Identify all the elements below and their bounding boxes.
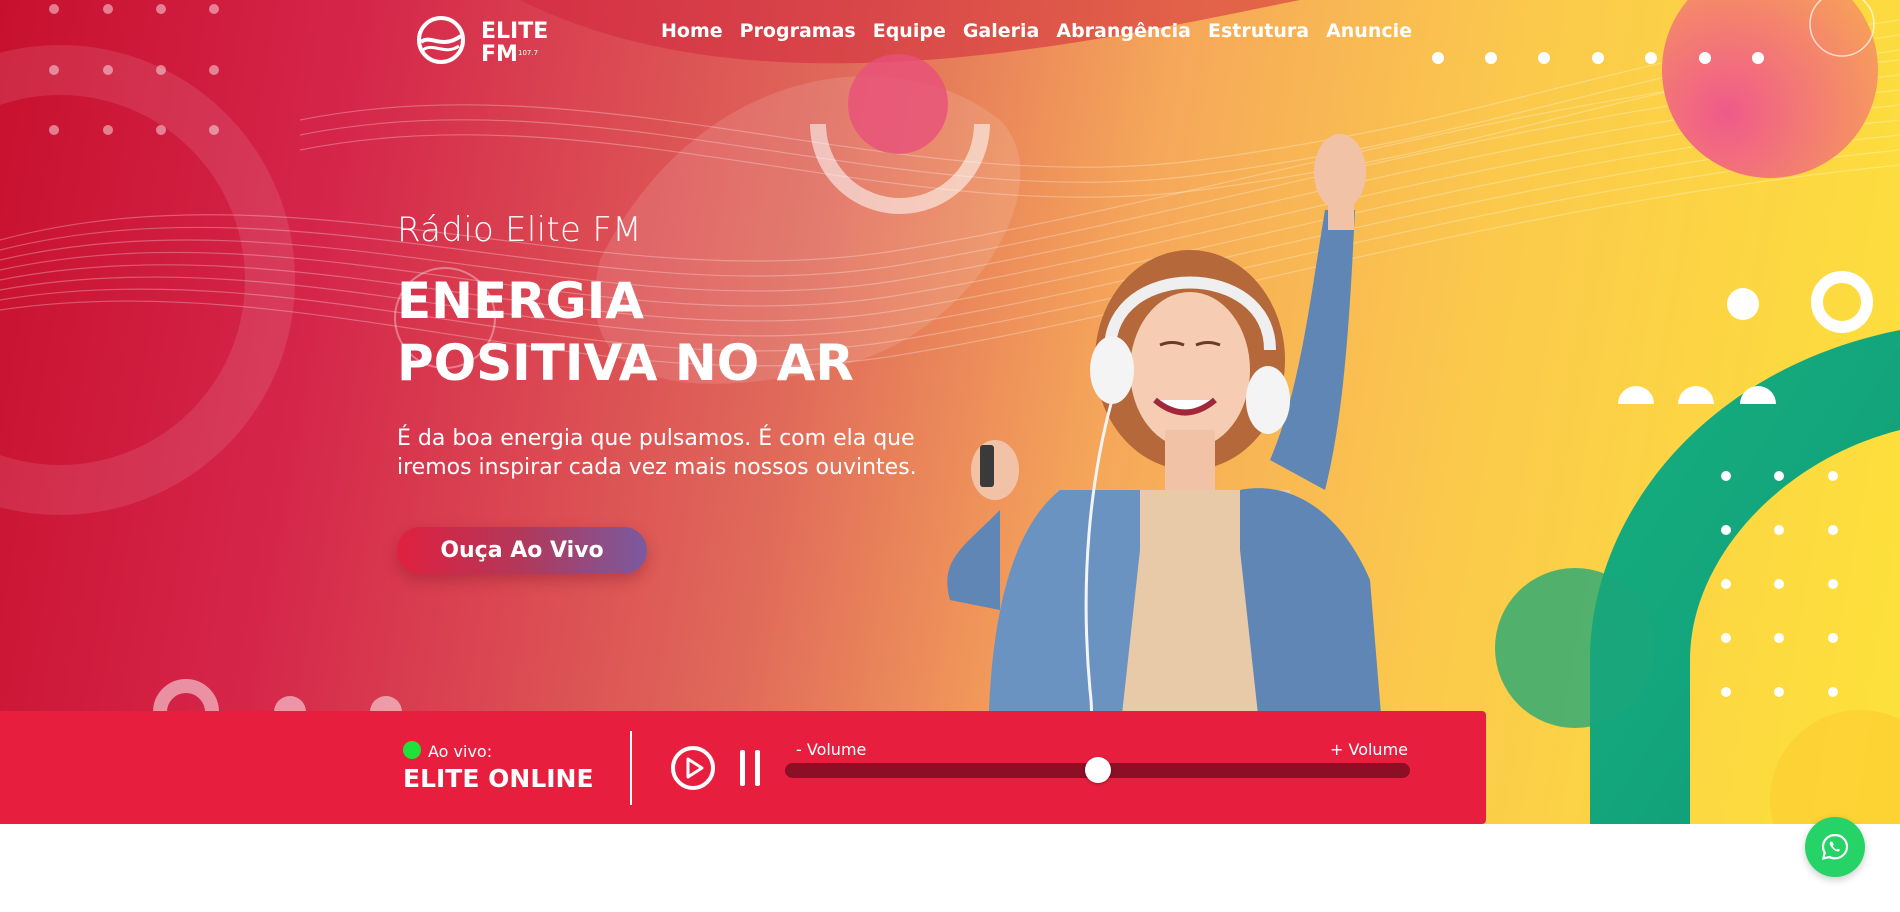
decor-dot [1721, 471, 1731, 481]
decor-dot [209, 65, 219, 75]
decor-dot [1774, 687, 1784, 697]
decor-dot [1774, 471, 1784, 481]
decor-dot [1721, 633, 1731, 643]
nav-item-abrangencia[interactable]: Abrangência [1056, 20, 1191, 42]
hero-description-line1: É da boa energia que pulsamos. É com ela… [397, 426, 915, 451]
hero-description: É da boa energia que pulsamos. É com ela… [397, 424, 957, 482]
decor-dot [1721, 579, 1731, 589]
volume-min-label: - Volume [796, 740, 867, 759]
hero-headline: ENERGIA POSITIVA NO AR [397, 270, 957, 394]
decor-dot [209, 125, 219, 135]
pause-button[interactable] [738, 750, 764, 786]
decor-dot [1828, 579, 1838, 589]
nav-menu: Home Programas Equipe Galeria Abrangênci… [661, 20, 1412, 42]
hero-subtitle: Rádio Elite FM [397, 210, 642, 250]
volume-max-label: + Volume [1330, 740, 1408, 759]
pause-icon [740, 750, 760, 786]
nav-item-home[interactable]: Home [661, 20, 723, 42]
decor-dot [1828, 525, 1838, 535]
hero-content: Rádio Elite FM ENERGIA POSITIVA NO AR É … [397, 210, 957, 482]
listen-live-button[interactable]: Ouça Ao Vivo [397, 527, 647, 574]
hero-description-line2: iremos inspirar cada vez mais nossos ouv… [397, 455, 917, 480]
logo-text-fm: FM [481, 42, 518, 66]
decor-dot [1721, 687, 1731, 697]
decor-dot [1721, 525, 1731, 535]
decor-dot [156, 4, 166, 14]
live-label: Ao vivo: [428, 742, 493, 761]
player-divider [630, 731, 632, 805]
top-navigation: ELITE FM 107.7 Home Programas Equipe Gal… [405, 14, 1900, 67]
nav-item-galeria[interactable]: Galeria [963, 20, 1040, 42]
decor-dot [103, 65, 113, 75]
decor-dot [1828, 687, 1838, 697]
decor-dot [103, 125, 113, 135]
elite-fm-logo[interactable]: ELITE FM 107.7 [405, 14, 555, 67]
decor-dot [49, 4, 59, 14]
decor-dot [103, 4, 113, 14]
nav-item-programas[interactable]: Programas [740, 20, 856, 42]
nav-item-estrutura[interactable]: Estrutura [1208, 20, 1309, 42]
decor-dot [1828, 633, 1838, 643]
decor-dot [49, 125, 59, 135]
whatsapp-button[interactable] [1805, 817, 1865, 877]
decor-dot [1774, 579, 1784, 589]
nav-item-anuncie[interactable]: Anuncie [1326, 20, 1412, 42]
live-indicator-icon [403, 741, 421, 759]
hero-headline-line1: ENERGIA [397, 272, 644, 330]
elite-fm-logo-mark: ELITE FM 107.7 [417, 16, 548, 67]
nav-item-equipe[interactable]: Equipe [873, 20, 946, 42]
whatsapp-icon [1821, 833, 1849, 860]
logo-frequency: 107.7 [518, 49, 538, 57]
play-circle-icon [671, 746, 715, 790]
decor-dot [156, 65, 166, 75]
decor-dot [49, 65, 59, 75]
station-name: ELITE ONLINE [403, 764, 594, 793]
decor-dot [1774, 525, 1784, 535]
decor-dot [1828, 471, 1838, 481]
logo-text-elite: ELITE [481, 19, 548, 44]
volume-slider-thumb[interactable] [1084, 757, 1111, 783]
decor-dot [156, 125, 166, 135]
hero-headline-line2: POSITIVA NO AR [397, 334, 854, 392]
play-button[interactable] [670, 745, 716, 791]
decor-dot [1774, 633, 1784, 643]
decor-dot [209, 4, 219, 14]
